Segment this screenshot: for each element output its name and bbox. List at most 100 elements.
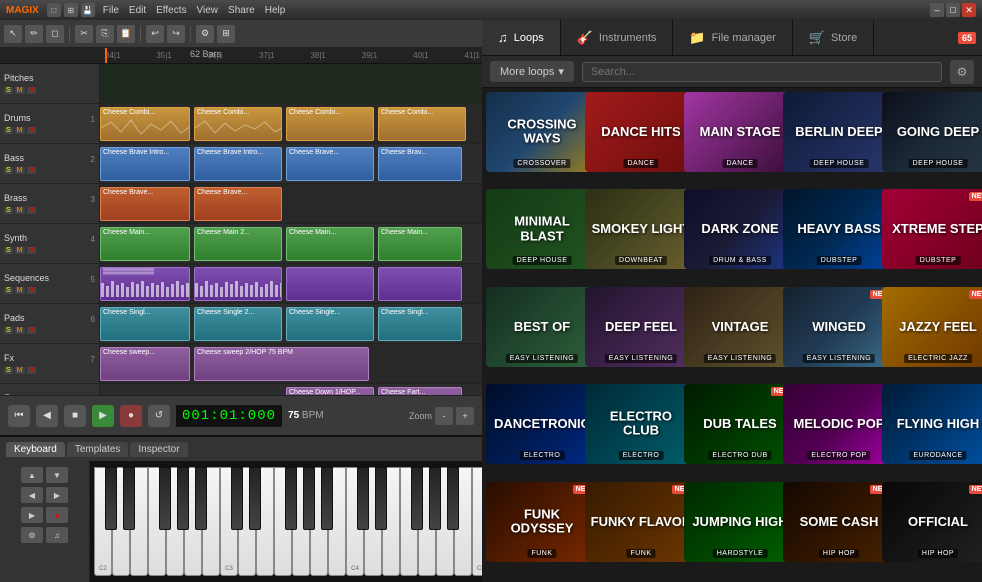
tool-settings[interactable]: ⚙: [196, 25, 214, 43]
clip-drums-3[interactable]: Cheese Combi...: [286, 107, 374, 141]
clip-seqs-4[interactable]: [378, 267, 462, 301]
loop-card-23[interactable]: SOME CASHHIP HOPNEW: [783, 482, 895, 562]
loop-card-12[interactable]: VINTAGEEASY LISTENING: [684, 287, 796, 367]
loop-card-21[interactable]: FUNKY FLAVORFUNKNEW: [585, 482, 697, 562]
clip-pads-2[interactable]: Cheese Single 2...: [194, 307, 282, 341]
transport-record[interactable]: ●: [120, 405, 142, 427]
tab-templates[interactable]: Templates: [67, 442, 129, 457]
piano-container[interactable]: C2C3C4C5: [90, 461, 482, 582]
track-solo-fx7[interactable]: S: [4, 367, 13, 374]
track-rec-pitches[interactable]: R: [27, 87, 36, 94]
black-key-A#3[interactable]: [321, 467, 333, 530]
loop-card-9[interactable]: XTREME STEPDUBSTEPNEW: [882, 189, 982, 269]
tool-undo[interactable]: ↩: [146, 25, 164, 43]
tool-redo[interactable]: ↪: [167, 25, 185, 43]
loop-card-11[interactable]: DEEP FEELEASY LISTENING: [585, 287, 697, 367]
tool-paste[interactable]: 📋: [117, 25, 135, 43]
clip-drums-2[interactable]: Cheese Combi...: [194, 107, 282, 141]
clip-bass-4[interactable]: Cheese Brav...: [378, 147, 462, 181]
loop-card-8[interactable]: HEAVY BASSDUBSTEP: [783, 189, 895, 269]
clip-drums-4[interactable]: Cheese Combi...: [378, 107, 466, 141]
tb-icon-2[interactable]: ⊞: [64, 3, 78, 17]
clip-brass-1[interactable]: Cheese Brave...: [100, 187, 190, 221]
clip-seqs-3[interactable]: [286, 267, 374, 301]
menu-help[interactable]: Help: [265, 5, 286, 16]
track-solo-pads[interactable]: S: [4, 327, 13, 334]
loop-card-18[interactable]: MELODIC POPELECTRO POP: [783, 384, 895, 464]
clip-seqs-2[interactable]: [194, 267, 282, 301]
tool-cut[interactable]: ✂: [75, 25, 93, 43]
kb-up-btn[interactable]: ▲: [21, 467, 43, 483]
black-key-G#2[interactable]: [177, 467, 189, 530]
browser-tab-instruments[interactable]: 🎸 Instruments: [561, 20, 674, 55]
loop-card-15[interactable]: DANCETRONICELECTRO: [486, 384, 598, 464]
tb-icon-1[interactable]: □: [47, 3, 61, 17]
transport-loop[interactable]: ↺: [148, 405, 170, 427]
black-key-F#2[interactable]: [159, 467, 171, 530]
track-rec-pads[interactable]: R: [27, 327, 36, 334]
loop-card-4[interactable]: GOING DEEPDEEP HOUSE: [882, 92, 982, 172]
clip-brass-2[interactable]: Cheese Brave...: [194, 187, 282, 221]
loop-card-10[interactable]: BEST OFEASY LISTENING: [486, 287, 598, 367]
track-solo-drums[interactable]: S: [4, 127, 13, 134]
loop-card-6[interactable]: SMOKEY LIGHTDOWNBEAT: [585, 189, 697, 269]
tool-eraser[interactable]: ◻: [46, 25, 64, 43]
black-key-G#3[interactable]: [303, 467, 315, 530]
transport-back[interactable]: ◀: [36, 405, 58, 427]
menu-share[interactable]: Share: [228, 5, 255, 16]
track-mute-pads[interactable]: M: [15, 327, 25, 334]
loop-card-17[interactable]: DUB TALESELECTRO DUBNEW: [684, 384, 796, 464]
tb-icon-3[interactable]: 💾: [81, 3, 95, 17]
loop-card-16[interactable]: ELECTRO CLUBELECTRO: [585, 384, 697, 464]
close-button[interactable]: ✕: [962, 3, 976, 17]
loop-card-3[interactable]: BERLIN DEEPDEEP HOUSE: [783, 92, 895, 172]
clip-pads-4[interactable]: Cheese Singl...: [378, 307, 462, 341]
clip-fx8-1[interactable]: Cheese Down 1/HOP...: [286, 387, 374, 395]
black-key-C#4[interactable]: [357, 467, 369, 530]
track-rec-sequences[interactable]: R: [27, 287, 36, 294]
clip-synth-4[interactable]: Cheese Main...: [378, 227, 462, 261]
black-key-A#4[interactable]: [447, 467, 459, 530]
tab-inspector[interactable]: Inspector: [130, 442, 187, 457]
black-key-A#2[interactable]: [195, 467, 207, 530]
search-input[interactable]: [582, 62, 942, 82]
clip-pads-1[interactable]: Cheese Singl...: [100, 307, 190, 341]
browser-tab-loops[interactable]: ♫ Loops: [482, 20, 561, 55]
track-rec-fx7[interactable]: R: [27, 367, 36, 374]
tool-snap[interactable]: ⊞: [217, 25, 235, 43]
track-mute-fx7[interactable]: M: [15, 367, 25, 374]
browser-tab-files[interactable]: 📁 File manager: [673, 20, 792, 55]
loop-card-1[interactable]: DANCE HITSDANCE: [585, 92, 697, 172]
clip-synth-3[interactable]: Cheese Main...: [286, 227, 374, 261]
more-loops-button[interactable]: More loops ▾: [490, 61, 574, 82]
clip-pads-3[interactable]: Cheese Single...: [286, 307, 374, 341]
clip-synth-2[interactable]: Cheese Main 2...: [194, 227, 282, 261]
track-mute-drums[interactable]: M: [15, 127, 25, 134]
track-solo-brass[interactable]: S: [4, 207, 13, 214]
browser-settings-button[interactable]: ⚙: [950, 60, 974, 84]
menu-edit[interactable]: Edit: [129, 5, 146, 16]
black-key-F#4[interactable]: [411, 467, 423, 530]
kb-rec-btn[interactable]: ●: [46, 507, 68, 523]
browser-tab-store[interactable]: 🛒 Store: [793, 20, 874, 55]
transport-rewind[interactable]: ⏮: [8, 405, 30, 427]
black-key-G#4[interactable]: [429, 467, 441, 530]
clip-fx7-2[interactable]: Cheese sweep 2/HOP 75 BPM: [194, 347, 369, 381]
kb-left-btn[interactable]: ◀: [21, 487, 43, 503]
tab-keyboard[interactable]: Keyboard: [6, 442, 65, 457]
track-solo-pitches[interactable]: S: [4, 87, 13, 94]
black-key-D#3[interactable]: [249, 467, 261, 530]
black-key-C#3[interactable]: [231, 467, 243, 530]
track-rec-drums[interactable]: R: [27, 127, 36, 134]
tool-pencil[interactable]: ✏: [25, 25, 43, 43]
tool-copy[interactable]: ⎘: [96, 25, 114, 43]
track-mute-brass[interactable]: M: [15, 207, 25, 214]
white-key-C5[interactable]: C5: [472, 467, 482, 576]
tool-cursor[interactable]: ↖: [4, 25, 22, 43]
maximize-button[interactable]: □: [946, 3, 960, 17]
minimize-button[interactable]: –: [930, 3, 944, 17]
track-mute-bass[interactable]: M: [15, 167, 25, 174]
loop-card-5[interactable]: MINIMAL BLASTDEEP HOUSE: [486, 189, 598, 269]
tracks-canvas[interactable]: Cheese Combi... Cheese Combi... Cheese C…: [100, 64, 482, 395]
track-mute-sequences[interactable]: M: [15, 287, 25, 294]
